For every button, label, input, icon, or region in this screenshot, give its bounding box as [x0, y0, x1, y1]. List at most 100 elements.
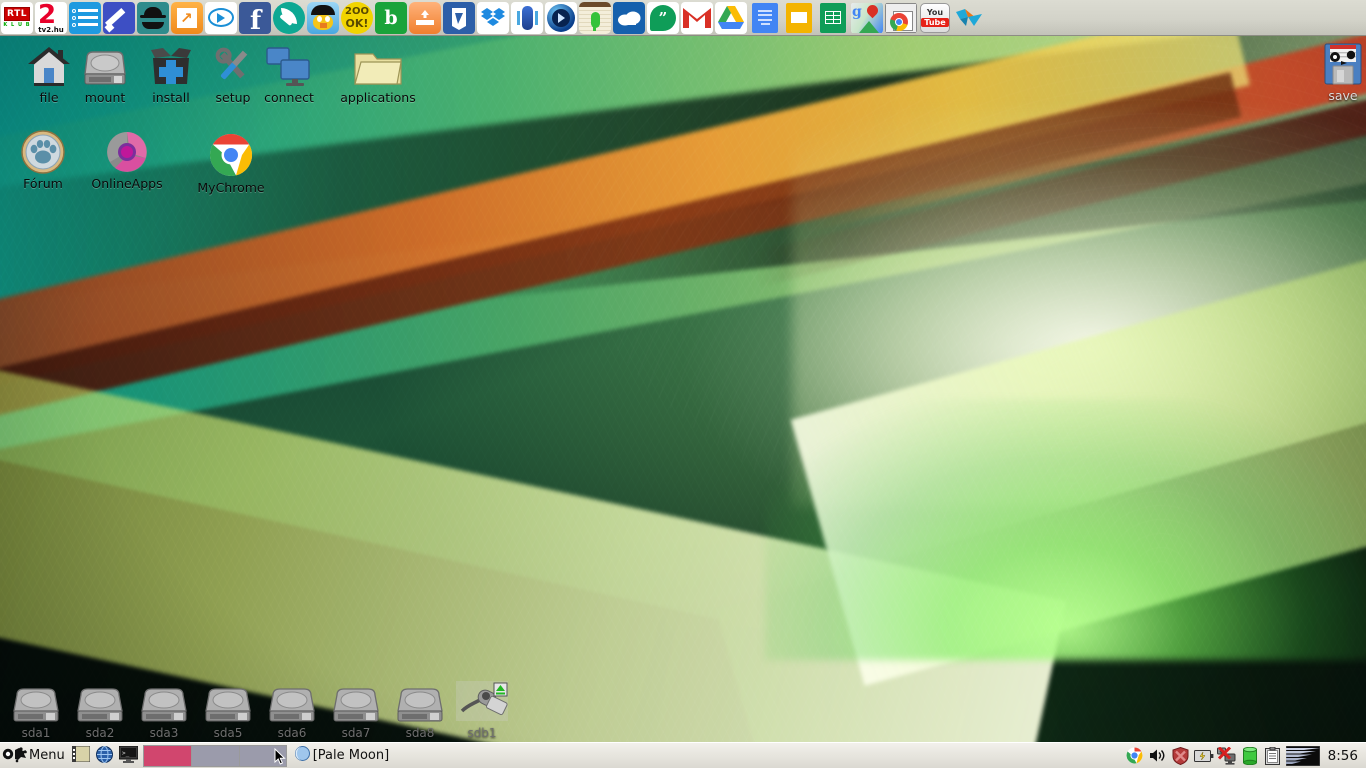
desktop-icon-connect[interactable]: connect — [246, 40, 332, 105]
list-notes-icon-glyph — [69, 1, 101, 34]
html5-icon[interactable]: b — [374, 1, 408, 35]
rtl-klub-icon-glyph: RTL K L U B — [1, 1, 33, 34]
terminal-icon: >_ — [118, 745, 139, 766]
upload-box-icon[interactable] — [408, 1, 442, 35]
quicklaunch-browser[interactable] — [93, 745, 117, 767]
google-drive-icon[interactable] — [714, 1, 748, 35]
dropbox-icon-glyph — [477, 1, 509, 34]
hangouts-icon-glyph: ” — [647, 1, 679, 34]
paintbrush-icon[interactable] — [102, 1, 136, 35]
desktop-screen: RTL K L U B 2 tv2.hu ↗ f 2OO OK! b ” g Y… — [0, 0, 1366, 768]
hard-drive-icon — [196, 681, 260, 725]
chrome-windows-icon-glyph — [885, 2, 917, 34]
hangouts-icon[interactable]: ” — [646, 1, 680, 35]
gmail-icon[interactable] — [680, 1, 714, 35]
drive-sda1[interactable]: sda1 — [4, 681, 68, 740]
pawprint-icon — [0, 126, 86, 174]
save-icon — [1300, 38, 1366, 86]
green-mic-notes-icon[interactable] — [578, 1, 612, 35]
drive-sda3-label: sda3 — [149, 726, 179, 740]
tray-cpu-monitor-icon[interactable] — [1285, 745, 1320, 766]
rtl-klub-icon[interactable]: RTL K L U B — [0, 1, 34, 35]
blue-bird-icon[interactable] — [442, 1, 476, 35]
onedrive-cloud-icon[interactable] — [612, 1, 646, 35]
tray-disk-icon[interactable] — [1240, 746, 1260, 766]
gentleman-icon-glyph — [137, 1, 169, 34]
google-maps-icon[interactable]: g — [850, 1, 884, 35]
tray-network-icon[interactable] — [1216, 746, 1237, 766]
desktop-wallpaper — [0, 0, 1366, 768]
youtube-icon[interactable]: You Tube — [918, 1, 952, 35]
onedrive-cloud-icon-glyph — [613, 1, 645, 34]
quicklaunch-terminal[interactable]: >_ — [117, 745, 141, 767]
start-menu-label: Menu — [29, 748, 65, 763]
desktop-icon-mychrome[interactable]: MyChrome — [188, 130, 274, 195]
upload-box-icon-glyph — [409, 1, 441, 34]
hard-drive-icon — [132, 681, 196, 725]
drive-sda5[interactable]: sda5 — [196, 681, 260, 740]
tv-player-icon[interactable] — [204, 1, 238, 35]
usb-drive-icon — [450, 681, 514, 725]
angry-birds-icon-glyph — [307, 1, 339, 34]
drive-sda2[interactable]: sda2 — [68, 681, 132, 740]
hard-drive-icon — [260, 681, 324, 725]
tray-chrome-icon[interactable] — [1125, 746, 1145, 766]
drive-sda8-label: sda8 — [405, 726, 435, 740]
desktop-icon-save-label: save — [1328, 88, 1358, 103]
drive-sda6[interactable]: sda6 — [260, 681, 324, 740]
tray-firewall-icon[interactable] — [1171, 746, 1191, 766]
list-notes-icon[interactable] — [68, 1, 102, 35]
chrome-windows-icon[interactable] — [884, 1, 918, 35]
editor-icon — [71, 745, 91, 765]
desktop-icon-connect-label: connect — [264, 90, 314, 105]
workspace-2[interactable] — [190, 744, 239, 767]
tray-clock[interactable]: 8:56 — [1323, 748, 1362, 764]
teal-leaf-icon-glyph — [273, 1, 305, 34]
drive-sda3[interactable]: sda3 — [132, 681, 196, 740]
dropbox-icon[interactable] — [476, 1, 510, 35]
tray-battery-icon[interactable] — [1193, 746, 1214, 766]
desktop-icon-save[interactable]: save — [1300, 38, 1366, 103]
microphone-wave-icon[interactable] — [510, 1, 544, 35]
green-mic-notes-icon-glyph — [579, 1, 611, 34]
workspace-1[interactable] — [142, 744, 191, 767]
orange-launch-icon[interactable]: ↗ — [170, 1, 204, 35]
google-docs-icon[interactable] — [748, 1, 782, 35]
start-menu-button[interactable]: Menu — [0, 744, 69, 768]
desktop-icon-applications[interactable]: applications — [335, 40, 421, 105]
drive-sda8[interactable]: sda8 — [388, 681, 452, 740]
taskbar: Menu >_ [Pale Moon] 8:56 — [0, 742, 1366, 768]
onlineapps-icon — [84, 126, 170, 174]
desktop-icon-forum[interactable]: Fórum — [0, 126, 86, 191]
microphone-wave-icon-glyph — [511, 1, 543, 34]
200ok-icon[interactable]: 2OO OK! — [340, 1, 374, 35]
teal-leaf-icon[interactable] — [272, 1, 306, 35]
connect-icon — [246, 40, 332, 88]
gmail-icon-glyph — [681, 1, 713, 34]
workspace-switcher — [142, 744, 287, 767]
quicklaunch-text-editor[interactable] — [69, 745, 93, 767]
youtube-icon-glyph: You Tube — [919, 2, 951, 34]
workspace-3[interactable] — [238, 744, 287, 767]
tray-clipboard-icon[interactable] — [1263, 746, 1283, 766]
origami-bird-icon[interactable] — [952, 1, 986, 35]
speaker-knob-icon-glyph — [545, 1, 577, 34]
angry-birds-icon[interactable] — [306, 1, 340, 35]
google-slides-icon[interactable] — [782, 1, 816, 35]
desktop-icon-onlineapps[interactable]: OnlineApps — [84, 126, 170, 191]
orange-launch-icon-glyph: ↗ — [171, 1, 203, 34]
svg-text:>_: >_ — [122, 750, 130, 757]
gentleman-icon[interactable] — [136, 1, 170, 35]
drive-sda7[interactable]: sda7 — [324, 681, 388, 740]
origami-bird-icon-glyph — [953, 2, 985, 34]
desktop-icon-applications-label: applications — [340, 90, 416, 105]
facebook-icon[interactable]: f — [238, 1, 272, 35]
tv2hu-icon[interactable]: 2 tv2.hu — [34, 1, 68, 35]
200ok-icon-glyph: 2OO OK! — [341, 1, 373, 34]
speaker-knob-icon[interactable] — [544, 1, 578, 35]
drive-sdb1[interactable]: sdb1 — [450, 681, 514, 740]
tray-volume-icon[interactable] — [1148, 746, 1168, 766]
taskbar-window-palemoon[interactable]: [Pale Moon] — [293, 745, 395, 767]
google-sheets-icon[interactable] — [816, 1, 850, 35]
palemoon-icon — [294, 746, 310, 765]
